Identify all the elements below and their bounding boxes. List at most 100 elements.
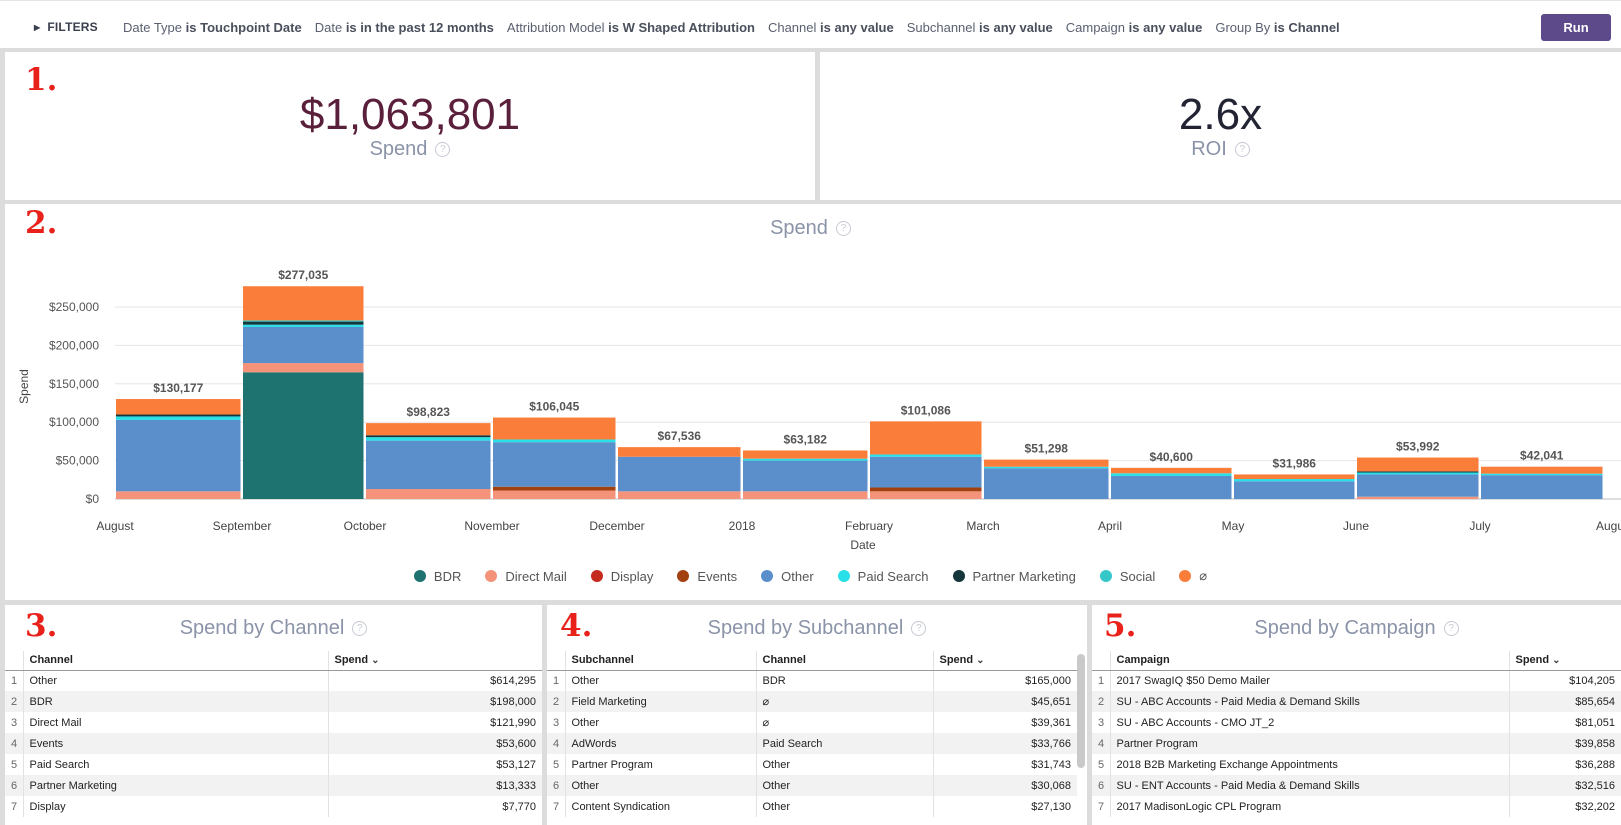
- table-row[interactable]: 3 Direct Mail $121,990: [5, 712, 542, 733]
- bar-segment-partner-marketing: [366, 435, 491, 438]
- bar-segment-other: [243, 326, 364, 364]
- legend-swatch: [590, 570, 603, 582]
- x-tick-label: April: [1098, 519, 1122, 533]
- table-row[interactable]: 4 Partner Program $39,858: [1092, 733, 1621, 754]
- row-index: 1: [5, 670, 24, 691]
- table-row[interactable]: 4 AdWords Paid Search $33,766: [547, 733, 1077, 754]
- column-header-channel[interactable]: Channel: [23, 651, 329, 671]
- filter-campaign[interactable]: Campaign is any value: [1066, 20, 1203, 35]
- x-tick-label: November: [464, 519, 519, 533]
- bar-total-label: $277,035: [278, 268, 328, 282]
- table-row[interactable]: 2 SU - ABC Accounts - Paid Media & Demand…: [1092, 691, 1621, 712]
- y-tick-label: $150,000: [49, 377, 99, 391]
- bar-segment-paid-search: [984, 466, 1109, 469]
- y-tick-label: $50,000: [56, 454, 100, 468]
- legend-item-social[interactable]: Social: [1099, 568, 1156, 584]
- table-row[interactable]: 7 Content Syndication Other $27,130: [547, 796, 1077, 817]
- spend-cell: $53,127: [496, 758, 536, 771]
- subchannel-table-scrollbar[interactable]: [1077, 654, 1085, 768]
- row-index: 2: [1092, 691, 1111, 712]
- table-row[interactable]: 1 Other BDR $165,000: [547, 670, 1077, 691]
- bar-segment--: [618, 447, 741, 457]
- column-header-spend[interactable]: Spend ⌄: [1509, 651, 1621, 671]
- table-row[interactable]: 3 Other ⌀ $39,361: [547, 712, 1077, 733]
- table-cell: ⌀: [756, 691, 934, 712]
- y-tick-label: $200,000: [49, 338, 99, 352]
- table-row[interactable]: 5 2018 B2B Marketing Exchange Appointment…: [1092, 754, 1621, 775]
- legend-item-bdr[interactable]: BDR: [413, 568, 461, 584]
- index-header: [1092, 651, 1111, 671]
- filter-group-by[interactable]: Group By is Channel: [1215, 20, 1339, 35]
- table-row[interactable]: 3 SU - ABC Accounts - CMO JT_2 $81,051: [1092, 712, 1621, 733]
- table-cell: ⌀: [756, 712, 934, 733]
- help-icon[interactable]: ?: [1234, 142, 1250, 158]
- table-row[interactable]: 2 Field Marketing ⌀ $45,651: [547, 691, 1077, 712]
- table-cell: Direct Mail: [23, 712, 329, 733]
- bar-segment-other: [1111, 475, 1232, 499]
- legend-item-paid-search[interactable]: Paid Search: [837, 568, 929, 584]
- bar-segment--: [743, 450, 868, 459]
- x-tick-label: July: [1469, 519, 1490, 533]
- legend-item-events[interactable]: Events: [677, 568, 737, 584]
- help-icon[interactable]: ?: [352, 621, 368, 637]
- legend-item-display[interactable]: Display: [590, 568, 653, 584]
- filters-toggle[interactable]: ▶ FILTERS: [34, 20, 98, 34]
- bar-segment-paid-search: [870, 454, 982, 457]
- table-cell: Other: [756, 775, 934, 796]
- filter-channel[interactable]: Channel is any value: [768, 20, 894, 35]
- column-header-spend[interactable]: Spend ⌄: [933, 651, 1077, 671]
- help-icon[interactable]: ?: [435, 142, 451, 158]
- column-header-subchannel[interactable]: Subchannel: [565, 651, 757, 671]
- legend-label: ⌀: [1199, 568, 1208, 583]
- sort-desc-icon: ⌄: [371, 655, 380, 667]
- table-row[interactable]: 6 SU - ENT Accounts - Paid Media & Demand…: [1092, 775, 1621, 796]
- roi-kpi-tile: 2.6x ROI?: [820, 56, 1621, 200]
- spend-cell: $39,361: [1031, 716, 1071, 729]
- bar-total-label: $67,536: [658, 429, 702, 443]
- legend-label: Social: [1119, 568, 1156, 584]
- column-header-campaign[interactable]: Campaign: [1110, 651, 1510, 671]
- spend-cell: $81,051: [1575, 716, 1615, 729]
- bar-segment-direct-mail: [493, 490, 616, 499]
- table-row[interactable]: 1 2017 SwagIQ $50 Demo Mailer $104,205: [1092, 670, 1621, 691]
- bar-segment--: [116, 399, 241, 415]
- table-row[interactable]: 7 Display $7,770: [5, 796, 542, 817]
- help-icon[interactable]: ?: [1443, 621, 1459, 637]
- bar-segment--: [1481, 466, 1603, 474]
- spend-by-campaign-table: Campaign Spend ⌄ 1 2017 SwagIQ $50 Demo Ma…: [1092, 651, 1621, 817]
- table-row[interactable]: 1 Other $614,295: [5, 670, 542, 691]
- column-header-channel[interactable]: Channel: [756, 651, 934, 671]
- x-tick-label: September: [213, 519, 272, 533]
- bar-segment--: [366, 423, 491, 436]
- table-row[interactable]: 6 Partner Marketing $13,333: [5, 775, 542, 796]
- help-icon[interactable]: ?: [911, 621, 927, 637]
- y-axis-label: Spend: [17, 369, 31, 404]
- table-row[interactable]: 5 Partner Program Other $31,743: [547, 754, 1077, 775]
- filter-subchannel[interactable]: Subchannel is any value: [907, 20, 1053, 35]
- bar-segment-direct-mail: [870, 491, 982, 499]
- column-header-spend[interactable]: Spend ⌄: [328, 651, 542, 671]
- table-row[interactable]: 4 Events $53,600: [5, 733, 542, 754]
- legend-item-partner-marketing[interactable]: Partner Marketing: [952, 568, 1076, 584]
- bar-total-label: $42,041: [1520, 449, 1564, 463]
- x-tick-label: August: [1596, 519, 1621, 533]
- filter-date[interactable]: Date is in the past 12 months: [315, 20, 494, 35]
- table-row[interactable]: 7 2017 MadisonLogic CPL Program $32,202: [1092, 796, 1621, 817]
- run-button[interactable]: Run: [1541, 14, 1611, 41]
- table-cell: Partner Program: [1110, 733, 1510, 754]
- table-row[interactable]: 2 BDR $198,000: [5, 691, 542, 712]
- legend-item--[interactable]: ⌀: [1179, 568, 1207, 584]
- table-cell: Content Syndication: [565, 796, 757, 817]
- filter-attribution-model[interactable]: Attribution Model is W Shaped Attributio…: [507, 20, 755, 35]
- table-row[interactable]: 6 Other Other $30,068: [547, 775, 1077, 796]
- row-index: 5: [1092, 754, 1111, 775]
- filter-date-type[interactable]: Date Type is Touchpoint Date: [123, 20, 302, 35]
- table-row[interactable]: 5 Paid Search $53,127: [5, 754, 542, 775]
- bar-segment-direct-mail: [243, 363, 364, 373]
- spend-kpi-label: Spend?: [5, 138, 815, 161]
- chart-legend: BDR Direct Mail Display Events Other Paid Sea…: [0, 568, 1621, 584]
- legend-item-other[interactable]: Other: [761, 568, 814, 584]
- bar-segment-paid-search: [1481, 473, 1603, 476]
- sort-desc-icon: ⌄: [1552, 655, 1561, 667]
- legend-item-direct-mail[interactable]: Direct Mail: [485, 568, 567, 584]
